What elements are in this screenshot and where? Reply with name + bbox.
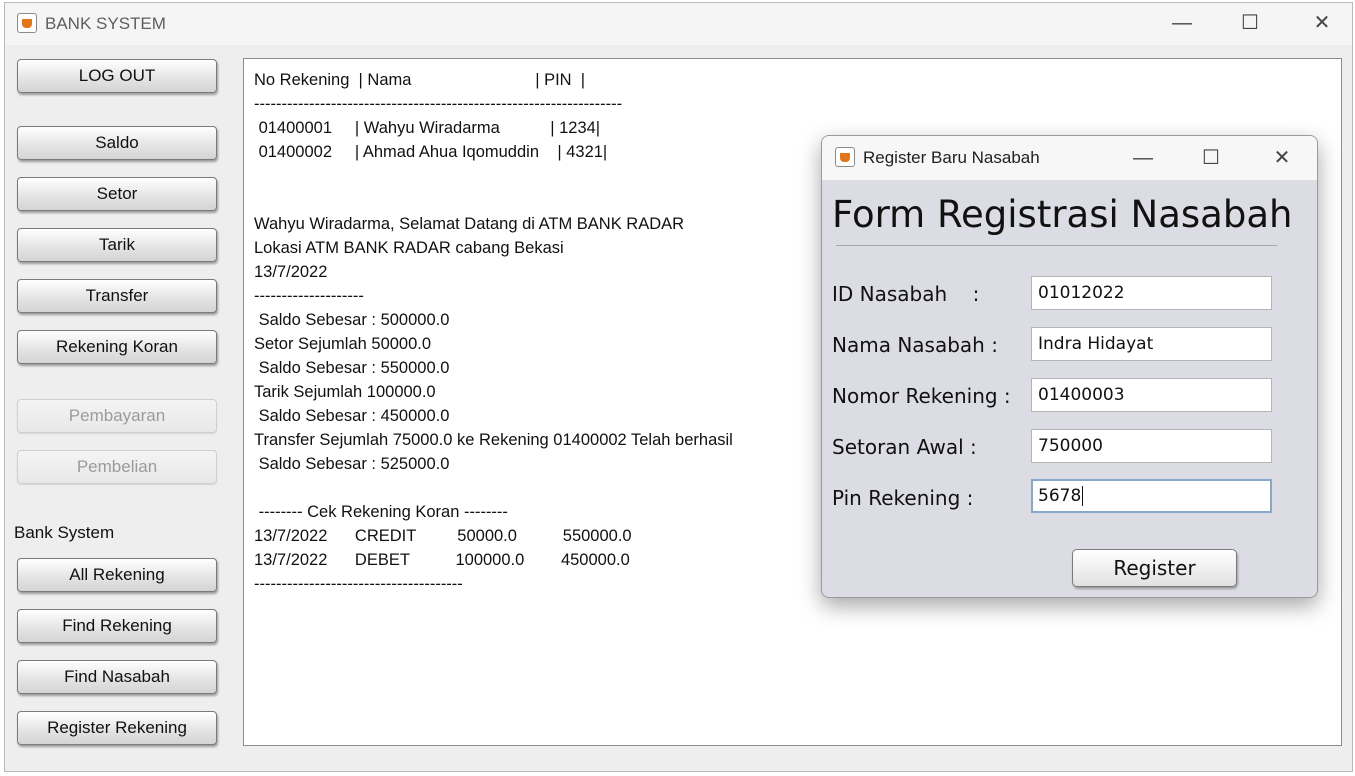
maximize-icon[interactable]: ☐ bbox=[1235, 13, 1265, 33]
output-line: -------- Cek Rekening Koran -------- bbox=[254, 503, 508, 521]
heading-divider bbox=[836, 245, 1277, 246]
id-nasabah-label: ID Nasabah : bbox=[832, 282, 980, 306]
output-line: 13/7/2022 bbox=[254, 263, 328, 281]
find-nasabah-button[interactable]: Find Nasabah bbox=[17, 660, 217, 694]
output-line: Lokasi ATM BANK RADAR cabang Bekasi bbox=[254, 239, 564, 257]
form-heading: Form Registrasi Nasabah bbox=[832, 193, 1293, 236]
output-line: Transfer Sejumlah 75000.0 ke Rekening 01… bbox=[254, 431, 733, 449]
output-line: No Rekening | Nama | PIN | bbox=[254, 71, 586, 89]
output-line: 01400001 | Wahyu Wiradarma | 1234| bbox=[254, 119, 601, 137]
minimize-icon[interactable]: — bbox=[1167, 13, 1197, 33]
register-button[interactable]: Register bbox=[1072, 549, 1237, 587]
nama-nasabah-field[interactable]: Indra Hidayat bbox=[1031, 327, 1272, 361]
rekening-koran-button[interactable]: Rekening Koran bbox=[17, 330, 217, 364]
output-line: -------------------- bbox=[254, 287, 364, 305]
output-line: Saldo Sebesar : 550000.0 bbox=[254, 359, 450, 377]
setoran-awal-field[interactable]: 750000 bbox=[1031, 429, 1272, 463]
output-line: -------------------------------------- bbox=[254, 575, 463, 593]
output-line: Tarik Sejumlah 100000.0 bbox=[254, 383, 436, 401]
pembayaran-button: Pembayaran bbox=[17, 399, 217, 433]
dialog-minimize-icon[interactable]: — bbox=[1128, 148, 1158, 168]
tarik-button[interactable]: Tarik bbox=[17, 228, 217, 262]
output-line: 01400002 | Ahmad Ahua Iqomuddin | 4321| bbox=[254, 143, 608, 161]
dialog-title-bar[interactable]: Register Baru Nasabah — ☐ ✕ bbox=[822, 136, 1317, 180]
dialog-title: Register Baru Nasabah bbox=[863, 148, 1040, 167]
pin-rekening-label: Pin Rekening : bbox=[832, 486, 974, 510]
window-title: BANK SYSTEM bbox=[45, 14, 166, 33]
output-line: Setor Sejumlah 50000.0 bbox=[254, 335, 432, 353]
close-icon[interactable]: ✕ bbox=[1307, 13, 1337, 33]
nama-nasabah-label: Nama Nasabah : bbox=[832, 333, 998, 357]
title-bar[interactable]: BANK SYSTEM — ☐ ✕ bbox=[5, 3, 1352, 45]
java-app-icon bbox=[17, 13, 37, 33]
setor-button[interactable]: Setor bbox=[17, 177, 217, 211]
logout-button[interactable]: LOG OUT bbox=[17, 59, 217, 93]
dialog-maximize-icon[interactable]: ☐ bbox=[1196, 148, 1226, 168]
id-nasabah-field[interactable]: 01012022 bbox=[1031, 276, 1272, 310]
output-line: Saldo Sebesar : 500000.0 bbox=[254, 311, 450, 329]
register-rekening-button[interactable]: Register Rekening bbox=[17, 711, 217, 745]
output-line: ----------------------------------------… bbox=[254, 95, 623, 113]
nomor-rekening-label: Nomor Rekening : bbox=[832, 384, 1011, 408]
pin-rekening-field[interactable]: 5678 bbox=[1031, 479, 1272, 513]
output-line: Saldo Sebesar : 525000.0 bbox=[254, 455, 450, 473]
output-line: 13/7/2022 DEBET 100000.0 450000.0 bbox=[254, 551, 630, 569]
output-line: Wahyu Wiradarma, Selamat Datang di ATM B… bbox=[254, 215, 685, 233]
all-rekening-button[interactable]: All Rekening bbox=[17, 558, 217, 592]
transfer-button[interactable]: Transfer bbox=[17, 279, 217, 313]
nomor-rekening-field[interactable]: 01400003 bbox=[1031, 378, 1272, 412]
output-line: Saldo Sebesar : 450000.0 bbox=[254, 407, 450, 425]
java-app-icon bbox=[835, 147, 855, 167]
bank-system-section-label: Bank System bbox=[14, 523, 115, 542]
dialog-close-icon[interactable]: ✕ bbox=[1267, 148, 1297, 168]
text-caret bbox=[1082, 486, 1084, 506]
pin-rekening-value: 5678 bbox=[1038, 486, 1082, 506]
saldo-button[interactable]: Saldo bbox=[17, 126, 217, 160]
output-line: 13/7/2022 CREDIT 50000.0 550000.0 bbox=[254, 527, 632, 545]
find-rekening-button[interactable]: Find Rekening bbox=[17, 609, 217, 643]
pembelian-button: Pembelian bbox=[17, 450, 217, 484]
setoran-awal-label: Setoran Awal : bbox=[832, 435, 977, 459]
register-dialog: Register Baru Nasabah — ☐ ✕ Form Registr… bbox=[821, 135, 1318, 598]
